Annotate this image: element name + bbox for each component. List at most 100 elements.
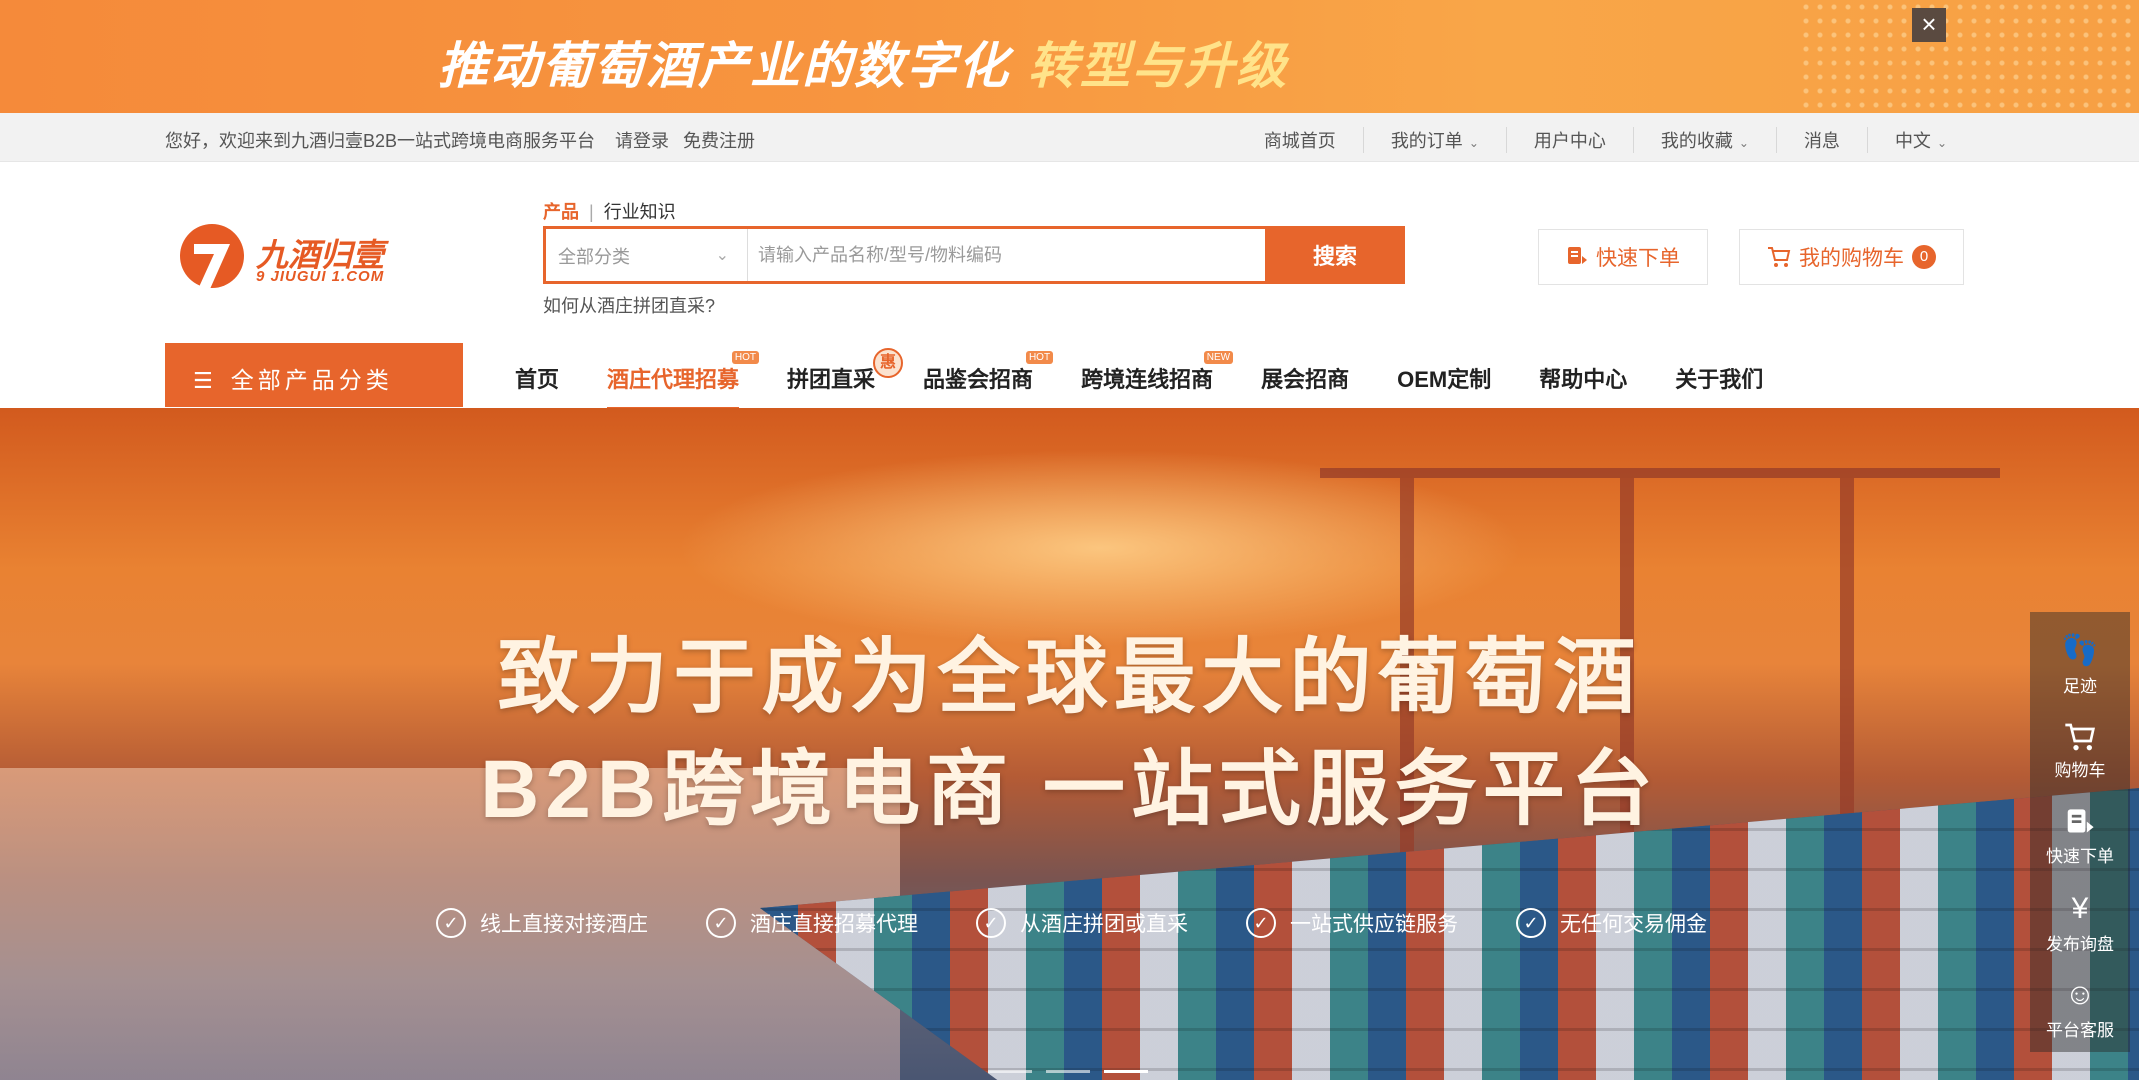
top-link-label: 我的收藏 [1660, 131, 1733, 151]
sidebar-customer-service[interactable]: ☺ 平台客服 [2030, 966, 2130, 1052]
close-icon[interactable]: × [1912, 8, 1946, 42]
search-input[interactable] [758, 239, 1258, 271]
promo-title-highlight: 转型与升级 [1028, 38, 1288, 94]
promo-title-text: 推动葡萄酒产业的数字化 [438, 38, 1010, 94]
nav-home[interactable]: 首页 [515, 362, 559, 394]
top-link-user-center[interactable]: 用户中心 [1505, 127, 1633, 153]
hero-headline-1: 致力于成为全球最大的葡萄酒 [497, 632, 1642, 723]
feature-label: 线上直接对接酒庄 [480, 913, 648, 936]
all-categories-label: 全部产品分类 [230, 367, 393, 393]
all-categories-button[interactable]: ☰ 全部产品分类 [165, 343, 463, 407]
register-link[interactable]: 免费注册 [683, 127, 755, 153]
top-link-label: 消息 [1803, 131, 1840, 151]
search-hint-link[interactable]: 如何从酒庄拼团直采? [543, 292, 715, 318]
search-button[interactable]: 搜索 [1265, 226, 1405, 284]
nav-winery-agent-recruitment[interactable]: 酒庄代理招募 HOT [607, 351, 760, 410]
hot-badge: HOT [1025, 351, 1054, 364]
check-circle-icon: ✓ [706, 908, 736, 938]
sidebar-inquiry[interactable]: ¥ 发布询盘 [2030, 880, 2130, 966]
quick-order-icon [2067, 808, 2094, 833]
search-tabs: 产品 | 行业知识 [543, 198, 676, 224]
top-link-mall-home[interactable]: 商城首页 [1237, 127, 1363, 153]
nav-exhibition[interactable]: 展会招商 [1261, 362, 1349, 394]
carousel-dot-active[interactable] [1104, 1070, 1148, 1073]
top-link-label: 商城首页 [1263, 131, 1336, 151]
footprint-icon: 👣 [2061, 633, 2099, 667]
nav-label: 跨境连线招商 [1081, 367, 1214, 392]
feature-item: ✓ 酒庄直接招募代理 [706, 908, 918, 938]
feature-item: ✓ 从酒庄拼团或直采 [976, 908, 1188, 938]
language-selector[interactable]: 中文 ⌄ [1866, 127, 1974, 153]
category-select-value: 全部分类 [558, 247, 630, 267]
hero-features: ✓ 线上直接对接酒庄 ✓ 酒庄直接招募代理 ✓ 从酒庄拼团或直采 ✓ 一站式供应链服务 … [436, 908, 1765, 938]
nav-label: 拼团直采 [787, 367, 876, 392]
carousel-dot[interactable] [988, 1070, 1032, 1073]
login-link[interactable]: 请登录 [615, 127, 669, 153]
tab-divider: | [589, 202, 594, 222]
feature-label: 无任何交易佣金 [1560, 913, 1707, 936]
chevron-down-icon: ⌄ [1468, 136, 1479, 150]
sidebar-label: 平台客服 [2046, 1020, 2114, 1040]
sidebar-label: 发布询盘 [2046, 934, 2114, 954]
promo-banner[interactable]: 推动葡萄酒产业的数字化 转型与升级 × [0, 0, 2139, 113]
chevron-down-icon: ⌄ [1936, 136, 1947, 150]
nav-label: 酒庄代理招募 [607, 367, 740, 392]
discount-badge: 惠 [873, 348, 904, 378]
right-floating-toolbar: 👣 足迹 购物车 快速下单 ¥ 发布询盘 ☺ 平台客服 [2030, 612, 2130, 1052]
feature-item: ✓ 一站式供应链服务 [1246, 908, 1458, 938]
menu-list-icon: ☰ [193, 368, 213, 393]
chevron-down-icon: ⌄ [1738, 136, 1749, 150]
carousel-indicators [988, 1070, 1148, 1073]
top-link-favorites[interactable]: 我的收藏 ⌄ [1632, 127, 1776, 153]
carousel-dot[interactable] [1046, 1070, 1090, 1073]
inquiry-icon: ¥ [2071, 891, 2089, 925]
cart-icon [1768, 247, 1791, 267]
sidebar-label: 足迹 [2063, 676, 2097, 696]
nav-cross-border[interactable]: 跨境连线招商 NEW [1081, 351, 1234, 394]
customer-service-icon: ☺ [2064, 977, 2096, 1011]
nav-label: 展会招商 [1261, 367, 1350, 392]
top-links: 商城首页 我的订单 ⌄ 用户中心 我的收藏 ⌄ 消息 中文 ⌄ [1237, 127, 1974, 153]
top-link-label: 用户中心 [1533, 131, 1606, 151]
nav-label: 首页 [515, 367, 560, 392]
quick-order-icon [1568, 247, 1587, 264]
tab-product[interactable]: 产品 [543, 202, 579, 222]
nav-about-us[interactable]: 关于我们 [1675, 362, 1763, 394]
check-circle-icon: ✓ [1246, 908, 1276, 938]
feature-label: 酒庄直接招募代理 [750, 913, 918, 936]
feature-label: 一站式供应链服务 [1290, 913, 1458, 936]
nav-label: 品鉴会招商 [923, 367, 1034, 392]
top-utility-bar: 您好，欢迎来到九酒归壹B2B一站式跨境电商服务平台 请登录 免费注册 商城首页 … [0, 113, 2139, 162]
nav-label: 关于我们 [1675, 367, 1764, 392]
sidebar-label: 快速下单 [2046, 846, 2114, 866]
tab-industry-knowledge[interactable]: 行业知识 [604, 202, 676, 222]
nav-oem[interactable]: OEM定制 [1397, 362, 1491, 394]
category-select[interactable]: 全部分类 ⌄ [546, 229, 748, 281]
nav-label: OEM定制 [1397, 367, 1492, 392]
nav-group-buying[interactable]: 拼团直采惠 [787, 348, 904, 394]
nav-tasting-event[interactable]: 品鉴会招商 HOT [923, 351, 1054, 394]
quick-order-button[interactable]: 快速下单 [1538, 229, 1708, 285]
cart-button[interactable]: 我的购物车 0 [1739, 229, 1964, 285]
check-circle-icon: ✓ [436, 908, 466, 938]
welcome-text: 您好，欢迎来到九酒归壹B2B一站式跨境电商服务平台 [165, 131, 596, 151]
top-link-messages[interactable]: 消息 [1775, 127, 1867, 153]
quick-order-label: 快速下单 [1596, 247, 1680, 270]
top-link-my-orders[interactable]: 我的订单 ⌄ [1362, 127, 1506, 153]
sidebar-quick-order[interactable]: 快速下单 [2030, 794, 2130, 880]
nav-help-center[interactable]: 帮助中心 [1539, 362, 1627, 394]
check-circle-icon: ✓ [976, 908, 1006, 938]
feature-item: ✓ 无任何交易佣金 [1516, 908, 1707, 938]
main-nav: 首页 酒庄代理招募 HOT 拼团直采惠 品鉴会招商 HOT 跨境连线招商 NEW 展会… [515, 348, 1811, 410]
logo-icon[interactable] [176, 222, 248, 300]
hero-headline-2: B2B跨境电商 一站式服务平台 [480, 744, 1659, 835]
new-badge: NEW [1203, 351, 1234, 364]
hot-badge: HOT [731, 351, 760, 364]
promo-title: 推动葡萄酒产业的数字化 转型与升级 [438, 26, 1288, 98]
sidebar-cart[interactable]: 购物车 [2030, 708, 2130, 794]
feature-item: ✓ 线上直接对接酒庄 [436, 908, 648, 938]
sidebar-label: 购物车 [2054, 760, 2106, 780]
sidebar-footprint[interactable]: 👣 足迹 [2030, 622, 2130, 708]
language-label: 中文 [1894, 131, 1931, 151]
chevron-down-icon: ⌄ [715, 247, 729, 264]
